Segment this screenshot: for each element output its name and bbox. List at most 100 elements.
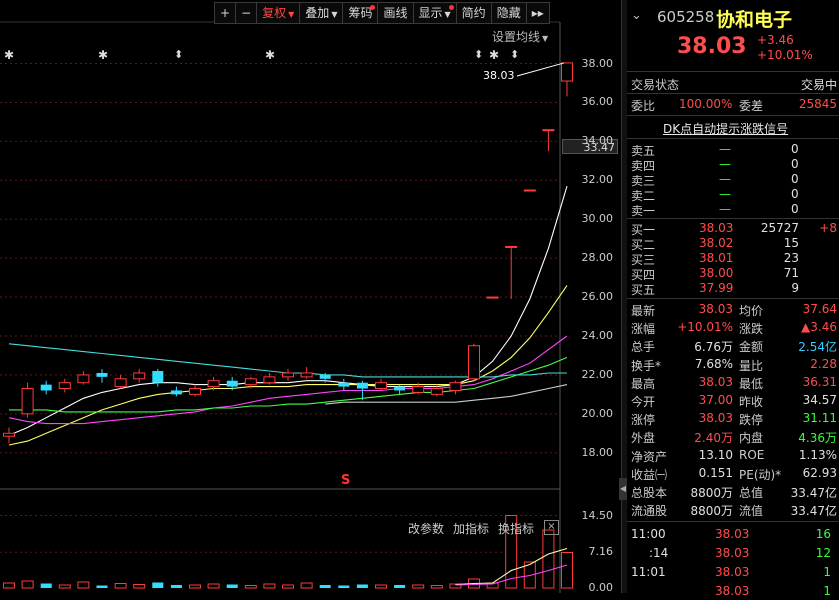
- volume-bar: [282, 584, 294, 589]
- candle-body: [170, 390, 182, 395]
- price-change: +3.46: [757, 33, 794, 47]
- ask-row[interactable]: 卖三 —0: [627, 172, 839, 188]
- candle-body: [300, 372, 313, 378]
- tick-volume: 1: [823, 565, 831, 579]
- edit-params-button[interactable]: 改参数: [408, 520, 444, 537]
- simple-button[interactable]: 简约: [456, 2, 492, 24]
- bid-price: 38.03: [699, 221, 734, 235]
- ask-row[interactable]: 卖五 —0: [627, 142, 839, 158]
- volume-bar: [412, 584, 425, 589]
- signal-link[interactable]: DK点自动提示涨跌信号: [663, 120, 788, 137]
- chevron-down-icon: ▼: [331, 10, 338, 19]
- ma-setting-dropdown[interactable]: 设置均线 ▼: [492, 28, 548, 45]
- volume-tick-label: 14.50: [581, 508, 614, 522]
- stat-label: ROE: [739, 447, 765, 462]
- ma-setting-label: 设置均线: [492, 30, 541, 44]
- volume-bar: [300, 582, 313, 589]
- bid-volume: 25727: [760, 221, 799, 235]
- event-star-icon[interactable]: ✱: [98, 48, 108, 62]
- stat-value: 33.47亿: [790, 486, 837, 500]
- price-change-pct: +10.01%: [757, 48, 813, 62]
- bid-change: +8: [819, 221, 837, 235]
- chart-toolbar: + − 复权 ▼ 叠加 ▼ 筹码 画线 显示 ▼ 简约 隐藏 ▸▸: [214, 2, 550, 24]
- stat-label: 收益㈠: [631, 467, 668, 482]
- toolbar-button-label: ▸▸: [531, 6, 544, 20]
- volume-bar: [207, 583, 220, 589]
- expand-button[interactable]: ▸▸: [526, 2, 550, 24]
- event-arrow-icon[interactable]: ⬍: [474, 48, 483, 61]
- stat-value: 31.11: [802, 411, 837, 426]
- stat-label: 总股本: [631, 486, 668, 500]
- stats-row: 今开 37.00 昨收 34.57: [627, 393, 839, 409]
- stats-row: 净资产 13.10 ROE 1.13%: [627, 448, 839, 464]
- chips-button[interactable]: 筹码: [343, 2, 379, 24]
- stat-label: 今开: [631, 395, 656, 409]
- moving-average-line: [9, 356, 568, 413]
- hide-button[interactable]: 隐藏: [491, 2, 527, 24]
- volume-bar: [430, 585, 443, 589]
- candle-body: [96, 372, 108, 377]
- bid-row[interactable]: 买一 38.03 25727 +8: [627, 221, 839, 237]
- volume-bar: [375, 584, 387, 589]
- tick-time: 11:01: [631, 565, 666, 579]
- bid-volume: 9: [791, 281, 799, 295]
- bid-row[interactable]: 买二 38.02 15: [627, 236, 839, 252]
- tick-volume: 1: [823, 584, 831, 598]
- bid-row[interactable]: 买五 37.99 9: [627, 281, 839, 297]
- switch-indicator-button[interactable]: 换指标: [498, 520, 534, 537]
- price-tick-label: 24.00: [581, 328, 614, 342]
- bid-row[interactable]: 买三 38.01 23: [627, 251, 839, 267]
- moving-average-line: [8, 285, 568, 446]
- chevron-down-icon: ▼: [444, 10, 451, 19]
- adjust-button[interactable]: 复权 ▼: [257, 2, 301, 24]
- candle-body: [3, 432, 15, 437]
- bid-row[interactable]: 买四 38.00 71: [627, 266, 839, 282]
- ask-volume: 0: [791, 187, 799, 201]
- quote-panel: ⌄ 605258 协和电子 38.03 +3.46 +10.01% 交易状态 交…: [627, 0, 839, 598]
- stat-value: 36.31: [802, 374, 837, 389]
- stats-row: 最高 38.03 最低 36.31: [627, 375, 839, 391]
- candle-body: [133, 372, 146, 380]
- tick-price: 38.03: [715, 546, 750, 560]
- zoom-in-button[interactable]: +: [214, 2, 237, 24]
- stat-value: 34.57: [802, 393, 837, 407]
- event-star-icon[interactable]: ✱: [489, 48, 499, 62]
- stats-row: 收益㈠ 0.151 PE(动)* 62.93: [627, 466, 839, 482]
- event-arrow-icon[interactable]: ⬍: [510, 48, 519, 61]
- ask-row[interactable]: 卖一 — 0: [627, 202, 839, 218]
- stat-value: 1.13%: [798, 447, 837, 462]
- kline-chart-pane[interactable]: + − 复权 ▼ 叠加 ▼ 筹码 画线 显示 ▼ 简约 隐藏 ▸▸ 设置均线 ▼ ✱ ✱ ⬍ ✱ ⬍ ✱ …: [0, 0, 621, 593]
- event-star-icon[interactable]: ✱: [4, 48, 14, 62]
- volume-bar: [58, 584, 71, 589]
- zoom-out-button[interactable]: −: [236, 2, 258, 24]
- event-arrow-icon[interactable]: ⬍: [174, 48, 183, 61]
- candle-body: [77, 374, 90, 384]
- stat-value: 4.36万: [798, 431, 837, 446]
- kline-chart-canvas[interactable]: [0, 0, 621, 593]
- sell-signal-marker[interactable]: S: [341, 473, 350, 488]
- add-indicator-button[interactable]: 加指标: [453, 520, 489, 537]
- candle-body: [356, 382, 368, 389]
- overlay-button[interactable]: 叠加 ▼: [300, 2, 344, 24]
- stat-value: 0.151: [698, 465, 733, 480]
- bid-volume: 23: [783, 251, 799, 265]
- high-price-label: 38.03: [483, 69, 515, 82]
- price-tick-label: 30.00: [581, 212, 614, 226]
- stat-value: 8800万: [690, 486, 733, 500]
- close-icon[interactable]: ×: [544, 520, 559, 535]
- collapse-arrow-icon[interactable]: ⌄: [631, 8, 642, 23]
- stat-label: 外盘: [631, 431, 656, 446]
- display-button[interactable]: 显示 ▼: [413, 2, 457, 24]
- stat-value: 2.54亿: [798, 340, 837, 355]
- ask-row[interactable]: 卖四 —0: [627, 157, 839, 173]
- moving-average-line: [8, 185, 568, 436]
- wb-label: 委比: [631, 99, 656, 113]
- price-tick-label: 28.00: [581, 251, 614, 265]
- event-star-icon[interactable]: ✱: [265, 48, 275, 62]
- stat-label: 流值: [739, 504, 764, 519]
- stat-value: 6.76万: [694, 340, 733, 355]
- collapse-handle-icon[interactable]: ◀: [619, 478, 627, 500]
- draw-button[interactable]: 画线: [378, 2, 414, 24]
- stat-label: 涨幅: [631, 322, 656, 337]
- ask-row[interactable]: 卖二 —0: [627, 187, 839, 203]
